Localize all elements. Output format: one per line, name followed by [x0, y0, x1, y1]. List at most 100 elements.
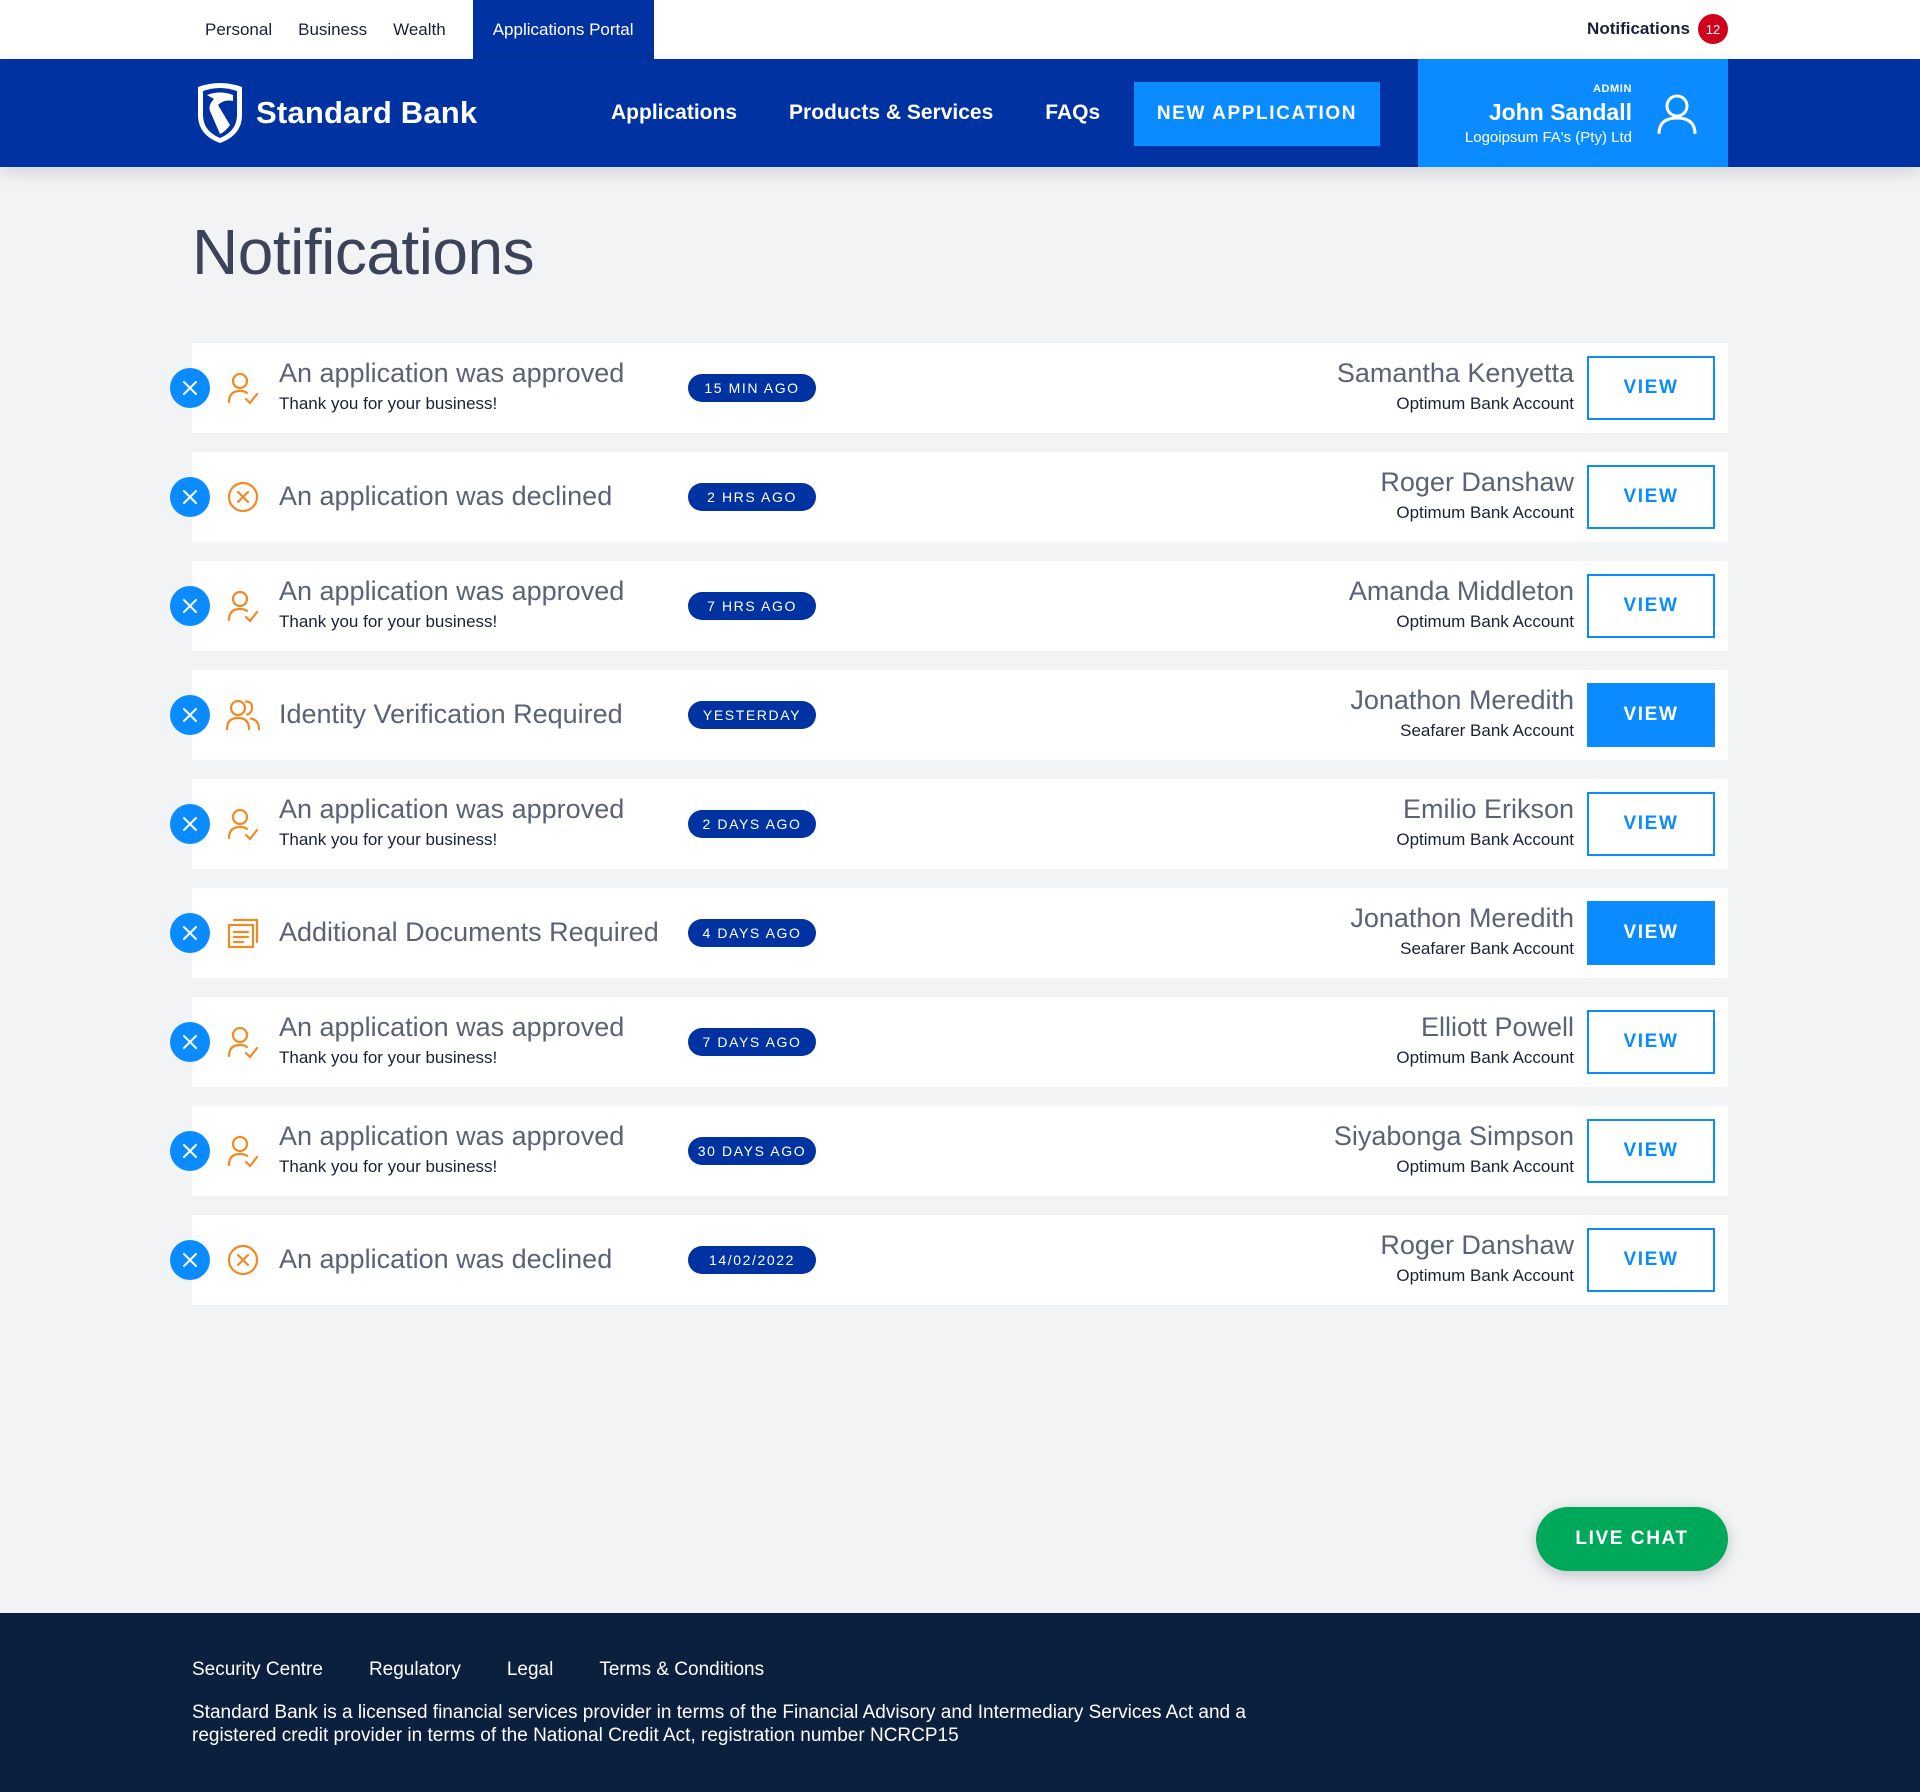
main-nav: Applications Products & Services FAQs	[611, 59, 1152, 167]
dismiss-button[interactable]	[170, 804, 210, 844]
view-button[interactable]: VIEW	[1587, 1119, 1715, 1183]
close-icon	[183, 926, 197, 940]
user-check-icon	[226, 371, 260, 405]
notification-row: An application was approved Thank you fo…	[170, 561, 1728, 651]
notification-row: Additional Documents Required 4 DAYS AGO…	[170, 888, 1728, 978]
notification-title: Identity Verification Required	[279, 699, 623, 729]
new-application-button[interactable]: NEW APPLICATION	[1134, 82, 1380, 146]
view-button[interactable]: VIEW	[1587, 792, 1715, 856]
close-icon	[183, 599, 197, 613]
notification-title: An application was declined	[279, 1244, 613, 1274]
user-icon	[1657, 94, 1697, 135]
footer-link-legal[interactable]: Legal	[507, 1659, 554, 1681]
circle-x-icon	[226, 480, 260, 514]
time-badge: 2 HRS AGO	[688, 483, 816, 511]
notification-row: An application was approved Thank you fo…	[170, 779, 1728, 869]
account-type: Optimum Bank Account	[1396, 1157, 1574, 1176]
view-button[interactable]: VIEW	[1587, 356, 1715, 420]
notifications-count-badge: 12	[1698, 14, 1728, 44]
account-type: Optimum Bank Account	[1396, 394, 1574, 413]
live-chat-button[interactable]: LIVE CHAT	[1536, 1507, 1728, 1571]
user-role: ADMIN	[1592, 83, 1632, 95]
dismiss-button[interactable]	[170, 913, 210, 953]
user-check-icon	[226, 589, 260, 623]
dismiss-button[interactable]	[170, 586, 210, 626]
top-nav-business[interactable]: Business	[298, 0, 367, 59]
page-title: Notifications	[192, 216, 535, 288]
time-badge: 4 DAYS AGO	[688, 919, 816, 947]
applicant-name: Jonathon Meredith	[1350, 685, 1574, 715]
user-account-menu[interactable]: ADMIN John Sandall Logoipsum FA's (Pty) …	[1418, 59, 1728, 167]
top-nav-personal[interactable]: Personal	[205, 0, 272, 59]
notification-title: An application was approved	[279, 794, 625, 824]
notifications-label: Notifications	[1587, 19, 1690, 38]
notification-row: An application was approved Thank you fo…	[170, 997, 1728, 1087]
user-check-icon	[226, 1134, 260, 1168]
notification-row: An application was approved Thank you fo…	[170, 343, 1728, 433]
applicant-name: Elliott Powell	[1420, 1012, 1574, 1042]
notification-title: An application was approved	[279, 576, 625, 606]
dismiss-button[interactable]	[170, 1240, 210, 1280]
notification-row: Identity Verification Required YESTERDAY…	[170, 670, 1728, 760]
view-button[interactable]: VIEW	[1587, 901, 1715, 965]
notifications-link[interactable]: Notifications 12	[1587, 14, 1728, 44]
view-button[interactable]: VIEW	[1587, 574, 1715, 638]
account-type: Optimum Bank Account	[1396, 830, 1574, 849]
applicant-name: Jonathon Meredith	[1350, 903, 1574, 933]
dismiss-button[interactable]	[170, 368, 210, 408]
close-icon	[183, 817, 197, 831]
top-nav: Personal Business Wealth Applications Po…	[192, 0, 667, 59]
top-utility-bar: Personal Business Wealth Applications Po…	[0, 0, 1920, 59]
account-type: Optimum Bank Account	[1396, 503, 1574, 522]
close-icon	[183, 1253, 197, 1267]
account-type: Optimum Bank Account	[1396, 612, 1574, 631]
close-icon	[183, 1144, 197, 1158]
dismiss-button[interactable]	[170, 695, 210, 735]
users-icon	[225, 698, 261, 732]
notification-row: An application was approved Thank you fo…	[170, 1106, 1728, 1196]
shield-logo-icon	[198, 83, 242, 143]
time-badge: YESTERDAY	[688, 701, 816, 729]
close-icon	[183, 708, 197, 722]
applicant-name: Emilio Erikson	[1402, 794, 1574, 824]
notification-subtitle: Thank you for your business!	[279, 394, 498, 413]
dismiss-button[interactable]	[170, 1131, 210, 1171]
brand-logo[interactable]: Standard Bank	[194, 81, 477, 145]
view-button[interactable]: VIEW	[1587, 465, 1715, 529]
dismiss-button[interactable]	[170, 1022, 210, 1062]
view-button[interactable]: VIEW	[1587, 683, 1715, 747]
footer-link-regulatory[interactable]: Regulatory	[369, 1659, 461, 1681]
footer: Security Centre Regulatory Legal Terms &…	[0, 1613, 1920, 1792]
brand-name: Standard Bank	[256, 95, 478, 130]
applicant-name: Siyabonga Simpson	[1333, 1121, 1574, 1151]
notification-title: An application was approved	[279, 1121, 625, 1151]
footer-disclaimer: Standard Bank is a licensed financial se…	[192, 1702, 1246, 1746]
footer-link-security-centre[interactable]: Security Centre	[192, 1659, 323, 1681]
nav-applications[interactable]: Applications	[611, 101, 737, 125]
applicant-name: Roger Danshaw	[1380, 1230, 1574, 1260]
circle-x-icon	[226, 1243, 260, 1277]
notification-list: An application was approved Thank you fo…	[170, 343, 1728, 1324]
notification-title: An application was approved	[279, 1012, 625, 1042]
account-type: Seafarer Bank Account	[1400, 939, 1574, 958]
time-badge: 30 DAYS AGO	[688, 1137, 816, 1165]
account-type: Optimum Bank Account	[1396, 1266, 1574, 1285]
account-type: Seafarer Bank Account	[1400, 721, 1574, 740]
applicant-name: Amanda Middleton	[1348, 576, 1574, 606]
footer-link-terms-conditions[interactable]: Terms & Conditions	[599, 1659, 764, 1681]
top-nav-wealth[interactable]: Wealth	[393, 0, 446, 59]
time-badge: 15 MIN AGO	[688, 374, 816, 402]
top-nav-applications-portal[interactable]: Applications Portal	[472, 0, 654, 59]
notification-subtitle: Thank you for your business!	[279, 1157, 498, 1176]
dismiss-button[interactable]	[170, 477, 210, 517]
notification-subtitle: Thank you for your business!	[279, 1048, 498, 1067]
view-button[interactable]: VIEW	[1587, 1228, 1715, 1292]
account-type: Optimum Bank Account	[1396, 1048, 1574, 1067]
view-button[interactable]: VIEW	[1587, 1010, 1715, 1074]
time-badge: 14/02/2022	[688, 1246, 816, 1274]
main-header: Standard Bank Applications Products & Se…	[0, 59, 1920, 167]
nav-products-services[interactable]: Products & Services	[789, 101, 993, 125]
notification-row: An application was declined 14/02/2022 R…	[170, 1215, 1728, 1305]
time-badge: 2 DAYS AGO	[688, 810, 816, 838]
nav-faqs[interactable]: FAQs	[1045, 101, 1100, 125]
